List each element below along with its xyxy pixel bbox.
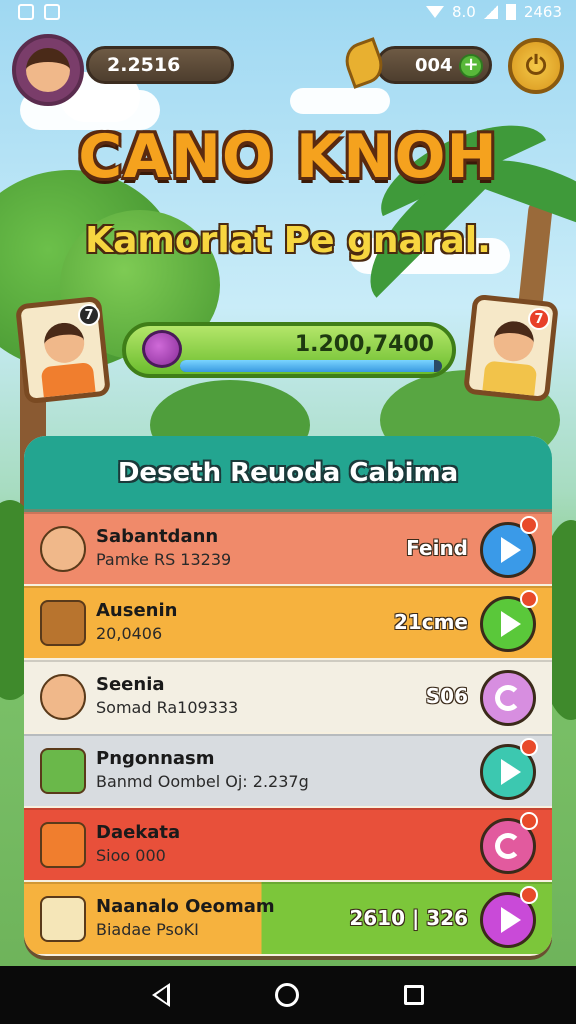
- quest-row-detail: Pamke RS 13239: [96, 550, 232, 569]
- android-nav-bar: [0, 966, 576, 1024]
- xp-track: [180, 360, 442, 372]
- quest-row[interactable]: Ausenin 20,0406 21cme: [24, 586, 552, 658]
- quest-row-name: Naanalo Oeomam: [96, 896, 275, 917]
- notification-dot: [520, 886, 538, 904]
- notification-dot: [520, 812, 538, 830]
- quest-row-name: Ausenin: [96, 600, 178, 621]
- avatar-face-icon: [26, 48, 70, 92]
- quest-row[interactable]: Seenia Somad Ra109333 S06: [24, 660, 552, 732]
- notification-dot: [520, 738, 538, 756]
- game-subtitle: Kamorlat Pe gnaral.: [85, 220, 491, 261]
- swirl-icon: [495, 685, 521, 711]
- quest-row-detail: 20,0406: [96, 624, 163, 643]
- play-icon: [500, 611, 521, 637]
- quest-row[interactable]: Daekata Sioo 000: [24, 808, 552, 880]
- quest-row[interactable]: Sabantdann Pamke RS 13239 Feind: [24, 512, 552, 584]
- quest-row-value: 2610 | 326: [349, 906, 468, 930]
- quest-row-name: Pngonnasm: [96, 748, 215, 769]
- gallery-icon: [44, 4, 60, 20]
- notification-dot: [520, 516, 538, 534]
- back-icon[interactable]: [152, 983, 171, 1007]
- right-character-badge: 7: [528, 308, 550, 330]
- chat-bubble-icon: [40, 822, 86, 868]
- notification-dot: [520, 590, 538, 608]
- quest-row-value: Feind: [406, 536, 468, 560]
- quest-panel: Deseth Reuoda Cabima Sabantdann Pamke RS …: [24, 436, 552, 956]
- coin-value: 2.2516: [107, 54, 181, 76]
- quest-row-name: Daekata: [96, 822, 181, 843]
- wifi-icon: [425, 6, 444, 18]
- gem-value: 004: [415, 54, 453, 76]
- recent-apps-icon[interactable]: [403, 985, 424, 1005]
- home-icon[interactable]: [274, 983, 299, 1007]
- status-bar: 8.0 2463: [0, 0, 576, 26]
- play-icon: [500, 537, 521, 563]
- quest-row-value: 21cme: [393, 610, 468, 634]
- xp-progress-bar: 1.200,7400: [122, 322, 456, 378]
- screenshot-icon: [18, 4, 34, 20]
- bag-icon: [40, 600, 86, 646]
- person-icon: [40, 674, 86, 720]
- quest-row-value: S06: [425, 684, 468, 708]
- battery-icon: [505, 4, 516, 20]
- signal-icon: [483, 5, 498, 19]
- potion-icon: [142, 330, 182, 368]
- player-avatar[interactable]: [12, 34, 84, 106]
- coin-counter: 2.2516: [86, 46, 234, 84]
- xp-fill: [180, 360, 435, 372]
- xp-value: 1.200,7400: [294, 332, 434, 357]
- panel-title: Deseth Reuoda Cabima: [117, 457, 459, 488]
- status-time: 2463: [523, 3, 562, 21]
- panel-header: Deseth Reuoda Cabima: [24, 436, 552, 512]
- swirl-icon: [495, 833, 521, 859]
- signal-text: 8.0: [451, 3, 476, 21]
- quest-row-name: Seenia: [96, 674, 165, 695]
- document-icon: [40, 896, 86, 942]
- play-icon: [500, 759, 521, 785]
- left-character-badge: 7: [78, 304, 100, 326]
- person-icon: [40, 526, 86, 572]
- swirl-button[interactable]: [480, 670, 536, 726]
- quest-row-detail: Banmd Oombel Oj: 2.237g: [96, 772, 309, 791]
- power-button[interactable]: ⏻: [508, 38, 564, 94]
- quest-row-detail: Sioo 000: [96, 846, 166, 865]
- quest-row-name: Sabantdann: [96, 526, 219, 547]
- add-gems-button[interactable]: +: [459, 54, 483, 78]
- gem-counter: 004 +: [376, 46, 492, 84]
- quest-row-detail: Biadae PsoKI: [96, 920, 199, 939]
- play-icon: [500, 907, 521, 933]
- quest-row[interactable]: Naanalo Oeomam Biadae PsoKI 2610 | 326: [24, 882, 552, 954]
- game-title: CANO KNOH: [78, 122, 498, 192]
- quest-row[interactable]: Pngonnasm Banmd Oombel Oj: 2.237g: [24, 734, 552, 806]
- quest-row-detail: Somad Ra109333: [96, 698, 239, 717]
- map-icon: [40, 748, 86, 794]
